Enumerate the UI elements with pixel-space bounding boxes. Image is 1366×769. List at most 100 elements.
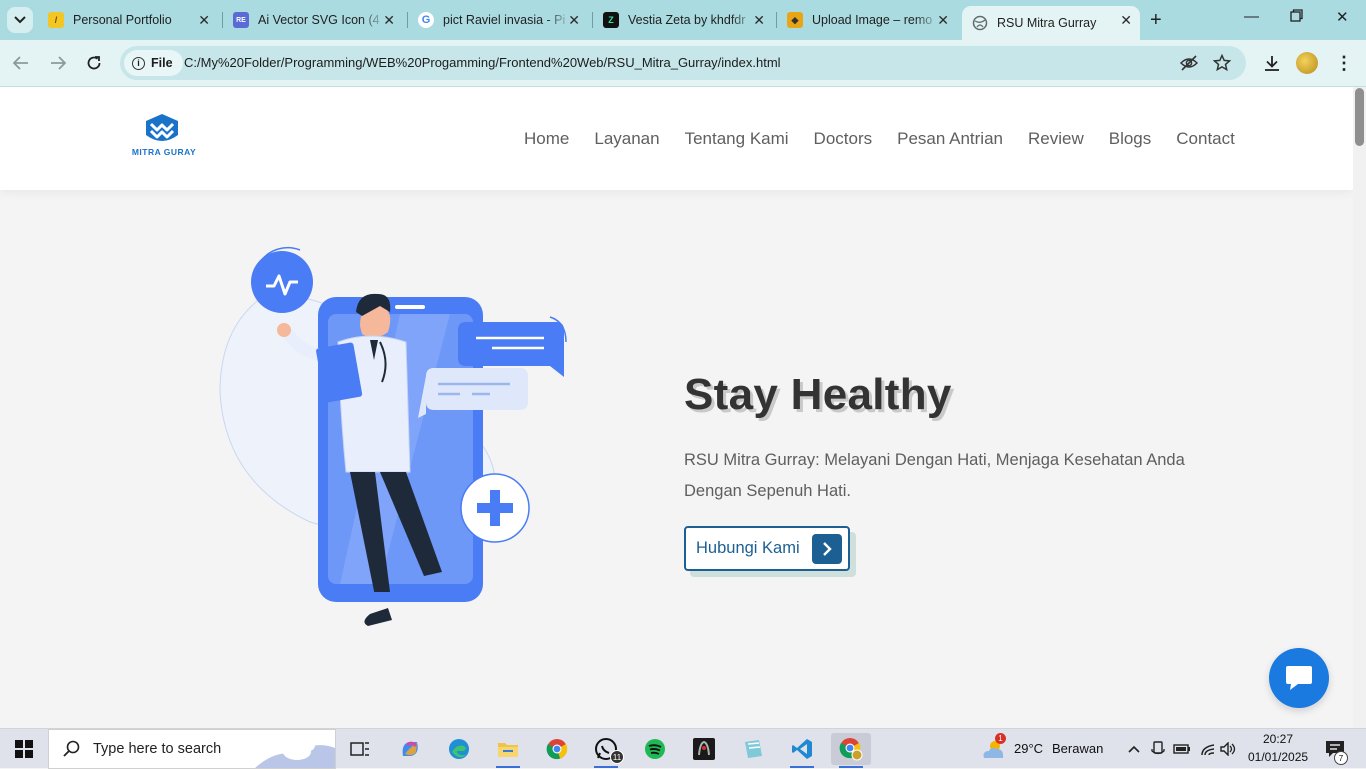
taskbar-search-box[interactable]: Type here to search (48, 729, 336, 769)
svgrepo-icon: RE (233, 12, 249, 28)
site-header: MITRA GURAY Home Layanan Tentang Kami Do… (0, 87, 1353, 190)
forward-icon[interactable] (47, 52, 69, 74)
task-view-icon[interactable] (340, 733, 380, 765)
notification-count-badge: 7 (1334, 751, 1348, 765)
minimize-icon[interactable]: — (1244, 8, 1259, 25)
chevron-right-icon (812, 534, 842, 564)
tab-title: pict Raviel invasia - Pi (443, 13, 566, 27)
nav-home[interactable]: Home (524, 129, 569, 149)
close-tab-icon[interactable]: ✕ (198, 12, 210, 28)
tab-title: Vestia Zeta by khdfdr (628, 13, 746, 27)
edge-icon[interactable] (439, 733, 479, 765)
chevron-down-icon (14, 16, 26, 24)
weather-icon[interactable]: 1 (977, 733, 1011, 765)
battery-icon[interactable] (1172, 733, 1192, 765)
logo-text: MITRA GURAY (131, 147, 197, 157)
nav-blogs[interactable]: Blogs (1109, 129, 1152, 149)
start-button[interactable] (0, 729, 48, 769)
tab-rsu-mitra-gurray[interactable]: RSU Mitra Gurray ✕ (962, 6, 1140, 40)
search-icon (63, 740, 80, 757)
weather-temperature[interactable]: 29°C (1014, 741, 1043, 756)
chrome-icon[interactable] (537, 733, 577, 765)
page-scrollbar[interactable] (1353, 87, 1366, 728)
nav-pesan-antrian[interactable]: Pesan Antrian (897, 129, 1003, 149)
back-icon[interactable] (10, 52, 32, 74)
tab-ai-vector-svg[interactable]: RE Ai Vector SVG Icon (4 ✕ (223, 6, 403, 34)
pixiv-icon: Z (603, 12, 619, 28)
tab-title: RSU Mitra Gurray (997, 16, 1097, 30)
new-tab-button[interactable]: + (1150, 9, 1162, 32)
google-icon: G (418, 12, 434, 28)
close-tab-icon[interactable]: ✕ (568, 12, 580, 28)
reload-icon[interactable] (83, 52, 105, 74)
notes-app-icon[interactable] (733, 733, 773, 765)
nav-doctors[interactable]: Doctors (814, 129, 873, 149)
whatsapp-icon[interactable]: 11 (586, 733, 626, 768)
close-tab-icon[interactable]: ✕ (1120, 12, 1132, 28)
weather-condition[interactable]: Berawan (1052, 741, 1103, 756)
clock-time[interactable]: 20:27 (1263, 732, 1293, 746)
restore-icon[interactable] (1290, 9, 1303, 26)
site-logo[interactable]: MITRA GURAY (124, 113, 204, 159)
address-bar[interactable]: i File C:/My%20Folder/Programming/WEB%20… (120, 46, 1246, 80)
whatsapp-unread-badge: 11 (610, 750, 624, 764)
scrollbar-thumb[interactable] (1355, 88, 1364, 146)
windows-logo-icon (15, 740, 33, 758)
vscode-icon[interactable] (782, 733, 822, 768)
chat-button[interactable] (1269, 648, 1329, 708)
chevron-up-icon[interactable] (1124, 733, 1144, 765)
tab-title: Ai Vector SVG Icon (4 (258, 13, 380, 27)
browser-toolbar: i File C:/My%20Folder/Programming/WEB%20… (0, 40, 1366, 87)
clock-date[interactable]: 01/01/2025 (1248, 750, 1308, 764)
game-app-icon[interactable] (684, 733, 724, 765)
nav-tentang-kami[interactable]: Tentang Kami (685, 129, 789, 149)
page-viewport: MITRA GURAY Home Layanan Tentang Kami Do… (0, 87, 1353, 728)
lightbulb-icon: / (48, 12, 64, 28)
close-tab-icon[interactable]: ✕ (937, 12, 949, 28)
bookmark-star-icon[interactable] (1212, 53, 1232, 73)
close-window-icon[interactable]: ✕ (1336, 8, 1349, 26)
tab-search-button[interactable] (7, 7, 33, 33)
nav-contact[interactable]: Contact (1176, 129, 1235, 149)
notification-center-icon[interactable]: 7 (1318, 733, 1352, 765)
wifi-icon[interactable] (1198, 733, 1218, 765)
url-text[interactable]: C:/My%20Folder/Programming/WEB%20Progamm… (184, 55, 781, 70)
copilot-icon[interactable] (390, 733, 430, 765)
tab-personal-portfolio[interactable]: / Personal Portfolio ✕ (38, 6, 218, 34)
mitra-guray-logo-mark (146, 114, 178, 141)
download-icon[interactable] (1260, 51, 1284, 75)
tab-vestia-zeta[interactable]: Z Vestia Zeta by khdfdr ✕ (593, 6, 773, 34)
windows-taskbar: Type here to search 11 1 29°C Berawan 20… (0, 728, 1366, 769)
site-info-chip[interactable]: i File (124, 50, 183, 76)
more-menu-icon[interactable]: ⋮ (1332, 51, 1356, 75)
chat-bubble-icon (1286, 666, 1312, 690)
upload-image-icon: ◆ (787, 12, 803, 28)
chrome-profile-icon[interactable] (831, 733, 871, 768)
doctor-illustration (219, 246, 567, 626)
browser-tab-strip: / Personal Portfolio ✕ RE Ai Vector SVG … (0, 0, 1366, 40)
meet-now-icon[interactable] (1148, 733, 1168, 765)
main-nav: Home Layanan Tentang Kami Doctors Pesan … (524, 129, 1235, 149)
file-explorer-icon[interactable] (488, 733, 528, 768)
hubungi-kami-button[interactable]: Hubungi Kami (684, 526, 850, 571)
spotify-icon[interactable] (635, 733, 675, 765)
tab-title: Upload Image – remo (812, 13, 933, 27)
close-tab-icon[interactable]: ✕ (383, 12, 395, 28)
nav-layanan[interactable]: Layanan (594, 129, 659, 149)
info-icon: i (132, 56, 145, 70)
hero-description: RSU Mitra Gurray: Melayani Dengan Hati, … (684, 451, 1185, 500)
search-highlight-illustration (255, 739, 335, 768)
close-tab-icon[interactable]: ✕ (753, 12, 765, 28)
cta-label: Hubungi Kami (696, 539, 800, 557)
tab-title: Personal Portfolio (73, 13, 172, 27)
tab-pict-raviel[interactable]: G pict Raviel invasia - Pi ✕ (408, 6, 588, 34)
search-placeholder: Type here to search (93, 741, 222, 757)
eye-off-icon[interactable] (1179, 53, 1199, 73)
nav-review[interactable]: Review (1028, 129, 1084, 149)
site-info-label: File (151, 56, 173, 70)
volume-icon[interactable] (1219, 733, 1239, 765)
weather-alert-badge: 1 (995, 733, 1006, 744)
tab-upload-image[interactable]: ◆ Upload Image – remo ✕ (777, 6, 957, 34)
globe-icon (972, 15, 988, 31)
profile-avatar[interactable] (1296, 52, 1318, 74)
